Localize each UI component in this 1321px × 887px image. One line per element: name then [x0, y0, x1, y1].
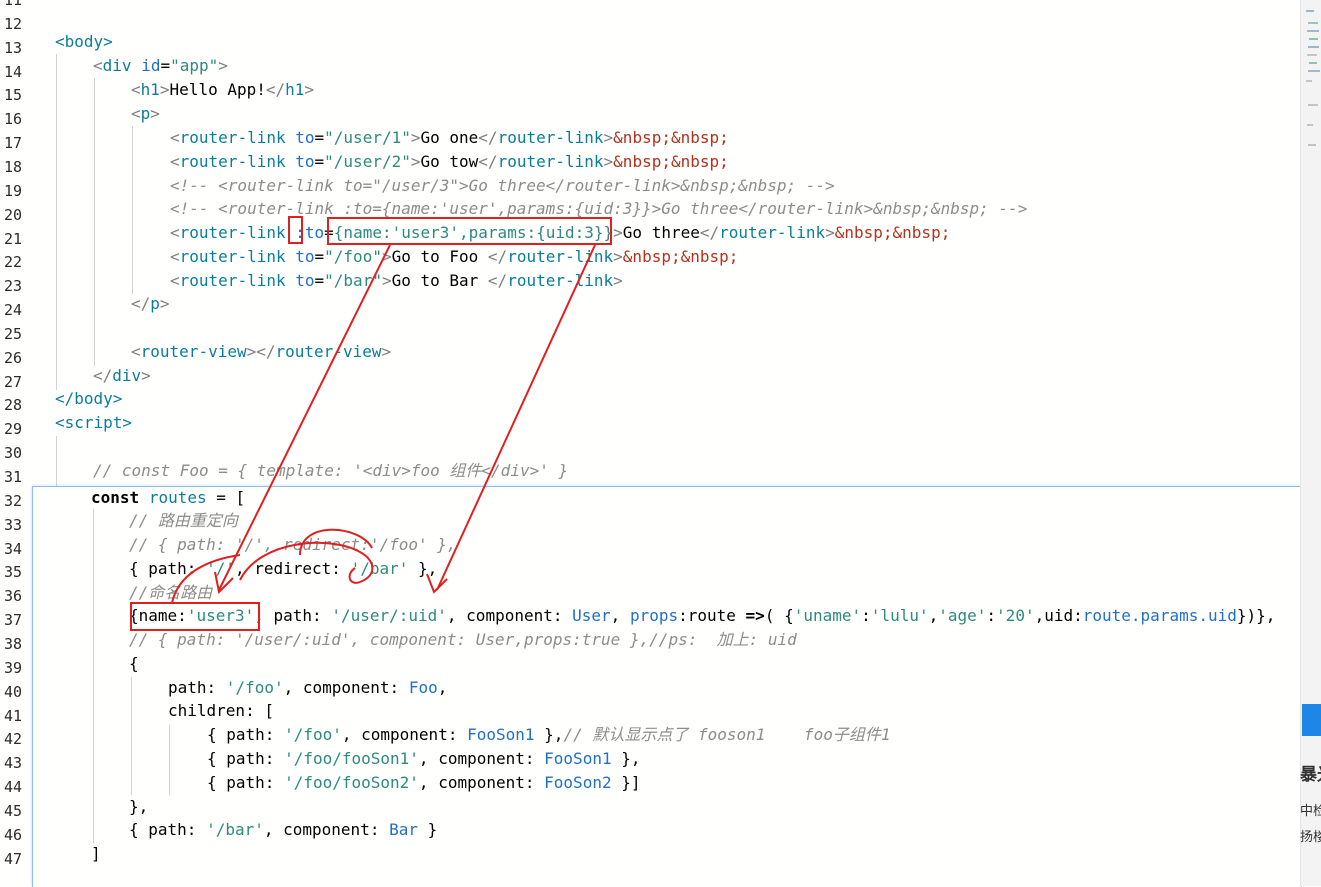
code-line: <!-- <router-link :to={name:'user',param…	[170, 199, 1028, 218]
minimap-line	[1307, 54, 1317, 56]
side-panel-text: 扬楼	[1300, 830, 1321, 845]
code-line: <div id="app">	[93, 56, 228, 75]
code-line: { path: '/foo/fooSon2', component: FooSo…	[207, 773, 641, 792]
indent-guide	[94, 78, 95, 366]
code-line: <body>	[55, 32, 113, 51]
minimap-line	[1306, 10, 1314, 12]
minimap-line	[1308, 104, 1318, 106]
code-line: <router-link to="/foo">Go to Foo </route…	[170, 247, 739, 266]
minimap-line	[1309, 62, 1317, 64]
code-line: </body>	[55, 389, 123, 408]
minimap-line	[1307, 124, 1313, 126]
code-line: <router-link :to={name:'user3',params:{u…	[170, 223, 951, 242]
code-line: </div>	[93, 366, 151, 385]
code-line: { path: '/foo', component: FooSon1 },// …	[207, 725, 891, 744]
code-line: },	[129, 797, 149, 816]
code-line: {	[129, 654, 139, 673]
code-line: // 路由重定向	[129, 511, 238, 530]
code-line: // const Foo = { template: '<div>foo 组件<…	[93, 461, 569, 480]
minimap-line	[1308, 46, 1319, 48]
minimap-line	[1309, 38, 1318, 40]
code-line: <script>	[55, 413, 133, 432]
code-editor[interactable]: 11 12 13 14 15 16 17 18 19 20 21 22 23 24 25 26 27 28 29 30…	[0, 0, 1302, 887]
indent-guide	[169, 725, 170, 795]
code-line: <p>	[131, 104, 160, 123]
peek-definition-panel[interactable]: const routes = [ // 路由重定向 // { path: '/'…	[32, 486, 1302, 887]
code-line: <router-link to="/bar">Go to Bar </route…	[170, 271, 623, 290]
code-line: // { path: '/user/:uid', component: User…	[129, 630, 797, 649]
code-line: { path: '/foo/fooSon1', component: FooSo…	[207, 749, 641, 768]
code-line: </p>	[131, 294, 170, 313]
minimap-line	[1308, 70, 1320, 72]
code-line: { path: '/bar', component: Bar }	[129, 820, 438, 839]
indent-guide	[56, 436, 57, 486]
minimap-line	[1306, 80, 1312, 82]
indent-guide	[56, 54, 57, 390]
code-line: <router-view></router-view>	[131, 342, 392, 361]
code-line: const routes = [	[91, 488, 246, 507]
code-line: //命名路由	[129, 583, 213, 602]
side-panel-text: 暴光	[1300, 765, 1321, 785]
indent-guide	[131, 677, 132, 795]
code-line: <h1>Hello App!</h1>	[131, 80, 315, 99]
minimap-line	[1308, 144, 1316, 146]
indent-guide	[93, 509, 94, 843]
side-panel-text: 中检	[1300, 804, 1321, 819]
code-line: // { path: '/', redirect:'/foo' },	[129, 535, 457, 554]
code-line: <router-link to="/user/1">Go one</router…	[170, 128, 729, 147]
code-line: path: '/foo', component: Foo,	[168, 678, 448, 697]
minimap-line	[1308, 22, 1318, 24]
minimap[interactable]	[1306, 8, 1320, 158]
code-line: <!-- <router-link to="/user/3">Go three<…	[170, 176, 835, 195]
code-line: children: [	[168, 701, 274, 720]
code-line: { path: '/', redirect: '/bar' },	[129, 559, 438, 578]
indent-guide	[132, 126, 133, 294]
code-line: ]	[91, 844, 101, 863]
side-panel-accent	[1302, 704, 1321, 736]
minimap-line	[1307, 30, 1319, 32]
code-line: {name:'user3', path: '/user/:uid', compo…	[129, 606, 1276, 625]
code-line: <router-link to="/user/2">Go tow</router…	[170, 152, 729, 171]
